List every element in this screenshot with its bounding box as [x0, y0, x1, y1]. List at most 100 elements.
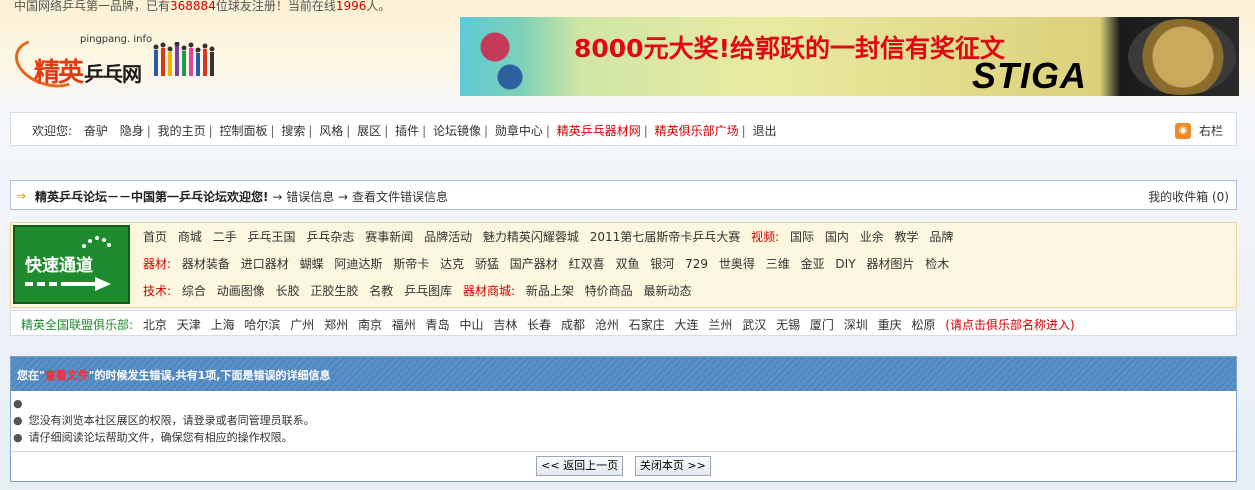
quick-link[interactable]: 红双喜 — [569, 257, 605, 271]
quick-link[interactable]: 达克 — [440, 257, 464, 271]
nav-search[interactable]: 搜索 — [281, 124, 305, 138]
club-city-link[interactable]: 郑州 — [324, 318, 348, 332]
quick-link[interactable]: 二手 — [213, 230, 237, 244]
quick-link[interactable]: 斯帝卡 — [393, 257, 429, 271]
banner-ad[interactable]: 8000元大奖!给郭跃的一封信有奖征文 STIGA — [460, 17, 1239, 96]
nav-invisible[interactable]: 隐身 — [120, 124, 144, 138]
quick-link[interactable]: 乒乓杂志 — [306, 230, 354, 244]
logo-main-text: 精英 — [34, 58, 84, 88]
club-city-link[interactable]: 上海 — [211, 318, 235, 332]
quick-link[interactable]: 三维 — [766, 257, 790, 271]
quick-link[interactable]: 最新动态 — [644, 284, 692, 298]
quick-link[interactable]: 长胶 — [276, 284, 300, 298]
error-head-suffix: "的时候发生错误,共有1项,下面是错误的详细信息 — [88, 369, 331, 382]
error-actions: << 返回上一页 关闭本页 >> — [11, 451, 1236, 479]
inbox-link[interactable]: 我的收件箱 (0) — [1148, 188, 1229, 205]
club-city-link[interactable]: 武汉 — [742, 318, 766, 332]
quick-link[interactable]: 金亚 — [801, 257, 825, 271]
quick-link[interactable]: 国产器材 — [510, 257, 558, 271]
quick-link[interactable]: 商城 — [178, 230, 202, 244]
nav-medal-center[interactable]: 勋章中心 — [495, 124, 543, 138]
close-page-button[interactable]: 关闭本页 >> — [634, 456, 711, 476]
quick-link[interactable]: 2011第七届斯帝卡乒乓大赛 — [590, 230, 741, 244]
nav-my-homepage[interactable]: 我的主页 — [158, 124, 206, 138]
club-city-link[interactable]: 北京 — [143, 318, 167, 332]
club-city-link[interactable]: 成都 — [561, 318, 585, 332]
quick-link[interactable]: 国内 — [825, 230, 849, 244]
quick-link[interactable]: 检木 — [925, 257, 949, 271]
club-city-link[interactable]: 大连 — [675, 318, 699, 332]
club-city-link[interactable]: 广州 — [290, 318, 314, 332]
right-sidebar-toggle[interactable]: 右栏 — [1199, 122, 1223, 139]
club-city-link[interactable]: 重庆 — [878, 318, 902, 332]
quick-link[interactable]: 特价商品 — [585, 284, 633, 298]
quick-link[interactable]: 世奥得 — [719, 257, 755, 271]
club-city-link[interactable]: 哈尔滨 — [244, 318, 280, 332]
club-city-link[interactable]: 石家庄 — [629, 318, 665, 332]
quick-channel-badge: 快速通道 — [13, 225, 130, 304]
quick-link[interactable]: 器材装备 — [182, 257, 230, 271]
club-city-link[interactable]: 兰州 — [708, 318, 732, 332]
club-city-link[interactable]: 青岛 — [426, 318, 450, 332]
quick-link[interactable]: 阿迪达斯 — [334, 257, 382, 271]
site-logo[interactable]: pingpang. info 精英 乒乓网 — [8, 22, 222, 96]
nav-gallery[interactable]: 展区 — [357, 124, 381, 138]
quick-link[interactable]: 综合 — [182, 284, 206, 298]
quick-link[interactable]: 业余 — [860, 230, 884, 244]
error-item: ● 您没有浏览本社区展区的权限，请登录或者同管理员联系。 — [13, 414, 315, 427]
club-city-link[interactable]: 厦门 — [810, 318, 834, 332]
quick-link[interactable]: 新品上架 — [526, 284, 574, 298]
quick-link[interactable]: 教学 — [895, 230, 919, 244]
club-city-link[interactable]: 中山 — [459, 318, 483, 332]
breadcrumb-forum-link[interactable]: 精英乒乓论坛－－中国第一乒乓论坛欢迎您! — [35, 190, 268, 204]
nav-control-panel[interactable]: 控制面板 — [220, 124, 268, 138]
club-city-link[interactable]: 天津 — [177, 318, 201, 332]
club-city-link[interactable]: 沧州 — [595, 318, 619, 332]
club-city-link[interactable]: 福州 — [392, 318, 416, 332]
club-city-link[interactable]: 南京 — [358, 318, 382, 332]
nav-equipment-site[interactable]: 精英乒乓器材网 — [557, 124, 641, 138]
club-city-link[interactable]: 长春 — [527, 318, 551, 332]
quick-link[interactable]: 双鱼 — [615, 257, 639, 271]
back-button[interactable]: << 返回上一页 — [536, 456, 624, 476]
quick-link[interactable]: 名教 — [369, 284, 393, 298]
quick-link[interactable]: 品牌 — [929, 230, 953, 244]
quick-link[interactable]: 首页 — [143, 230, 167, 244]
breadcrumb-error-info[interactable]: 错误信息 — [286, 190, 334, 204]
breadcrumb-separator: → — [272, 190, 283, 204]
stats-middle: 位球友注册！当前在线 — [215, 0, 336, 13]
nav-logout[interactable]: 退出 — [753, 124, 777, 138]
nav-plugins[interactable]: 插件 — [395, 124, 419, 138]
club-city-link[interactable]: 松原 — [911, 318, 935, 332]
quick-link[interactable]: 银河 — [650, 257, 674, 271]
quick-link[interactable]: 正胶生胶 — [310, 284, 358, 298]
error-action: 查看文件 — [44, 369, 89, 382]
logo-sub-text: 乒乓网 — [84, 62, 142, 86]
error-list: ● ● 您没有浏览本社区展区的权限，请登录或者同管理员联系。 ● 请仔细阅读论坛帮助… — [11, 391, 1236, 446]
site-stats-line: 中国网络乒乓第一品牌，已有368884位球友注册！当前在线1996人。 — [14, 0, 390, 14]
nav-club-square[interactable]: 精英俱乐部广场 — [655, 124, 739, 138]
quick-link[interactable]: 器材图片 — [866, 257, 914, 271]
alliance-label: 精英全国联盟俱乐部: — [21, 318, 134, 332]
nav-style[interactable]: 风格 — [319, 124, 343, 138]
quick-link[interactable]: 品牌活动 — [424, 230, 472, 244]
quick-link[interactable]: 蝴蝶 — [300, 257, 324, 271]
olympic-medal-image — [1128, 19, 1236, 95]
quick-link[interactable]: 乒乓图库 — [404, 284, 452, 298]
rss-icon[interactable]: ◉ — [1175, 123, 1191, 139]
quick-link[interactable]: 赛事新闻 — [365, 230, 413, 244]
dots-icon — [82, 236, 111, 248]
nav-forum-mirror[interactable]: 论坛镜像 — [433, 124, 481, 138]
quick-link[interactable]: 乒乓王国 — [248, 230, 296, 244]
quick-link[interactable]: 国际 — [790, 230, 814, 244]
club-city-link[interactable]: 吉林 — [493, 318, 517, 332]
quick-link[interactable]: 骄猛 — [475, 257, 499, 271]
quick-link[interactable]: 729 — [685, 257, 708, 271]
nav-username[interactable]: 奋驴 — [84, 124, 108, 138]
club-city-link[interactable]: 深圳 — [844, 318, 868, 332]
quick-link[interactable]: 魅力精英闪耀蓉城 — [483, 230, 579, 244]
quick-link[interactable]: 动画图像 — [217, 284, 265, 298]
quick-link[interactable]: DIY — [835, 257, 855, 271]
quick-link[interactable]: 进口器材 — [241, 257, 289, 271]
club-city-link[interactable]: 无锡 — [776, 318, 800, 332]
